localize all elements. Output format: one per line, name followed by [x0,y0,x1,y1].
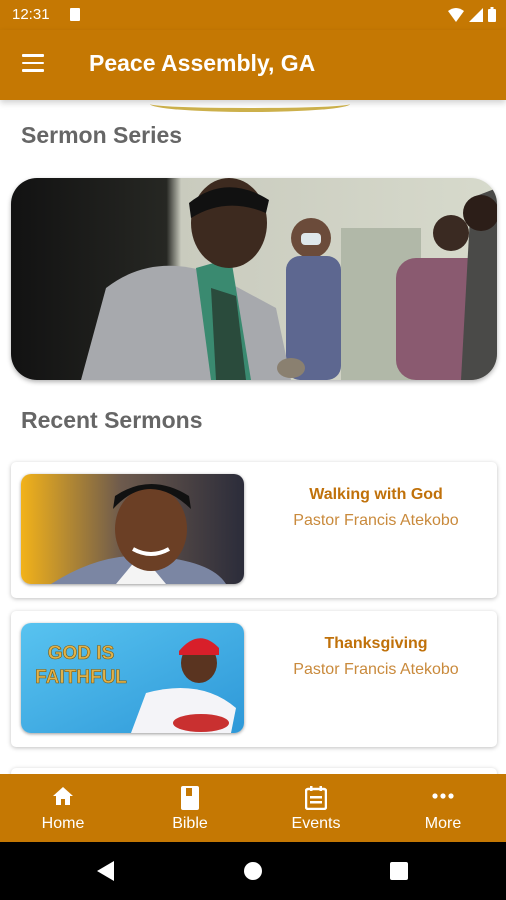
recents-square-icon[interactable] [390,862,408,880]
sermon-title: Thanksgiving [324,635,428,652]
status-icons [448,7,496,22]
sermon-thumbnail [21,474,244,584]
nav-item-home[interactable]: Home [0,774,126,842]
nav-item-more[interactable]: More [380,774,506,842]
battery-icon [488,7,496,22]
back-icon[interactable] [97,861,115,881]
system-navigation-bar [0,842,506,900]
nav-label: Bible [172,815,208,832]
sermon-thumbnail: GOD IS FAITHFUL [21,623,244,733]
thumbnail-caption-line-2: FAITHFUL [35,667,127,688]
nav-label: Events [291,815,341,832]
book-icon [181,786,199,810]
bottom-navigation: Home Bible Events More [0,774,506,842]
calendar-icon [305,786,327,810]
more-horizontal-icon [432,793,454,799]
home-circle-icon[interactable] [244,862,262,880]
sermon-series-banner[interactable] [11,178,497,380]
home-icon [53,787,73,805]
nav-label: More [424,815,462,832]
nav-item-bible[interactable]: Bible [127,774,253,842]
header-swoosh-decoration [150,96,350,112]
sermon-pastor: Pastor Francis Atekobo [293,512,459,529]
status-bar: 12:31 [0,0,506,30]
sermon-title: Walking with God [309,486,443,503]
sermon-card[interactable]: GOD IS FAITHFUL Thanksgiving Pastor Fran… [11,611,497,747]
section-title-recent-sermons: Recent Sermons [21,407,203,433]
sim-card-icon [70,8,80,21]
thumbnail-caption-line-1: GOD IS [48,643,115,664]
wifi-icon [448,7,464,22]
nav-item-events[interactable]: Events [253,774,379,842]
signal-icon [469,7,483,22]
section-title-sermon-series: Sermon Series [21,122,183,148]
sermon-pastor: Pastor Francis Atekobo [293,661,459,678]
sermon-card[interactable]: Walking with God Pastor Francis Atekobo [11,462,497,598]
status-time: 12:31 [12,6,50,23]
app-bar: Peace Assembly, GA [0,30,506,100]
menu-icon[interactable] [22,54,46,74]
nav-label: Home [41,815,85,832]
sermon-series-image [11,178,497,380]
app-title: Peace Assembly, GA [89,50,316,76]
